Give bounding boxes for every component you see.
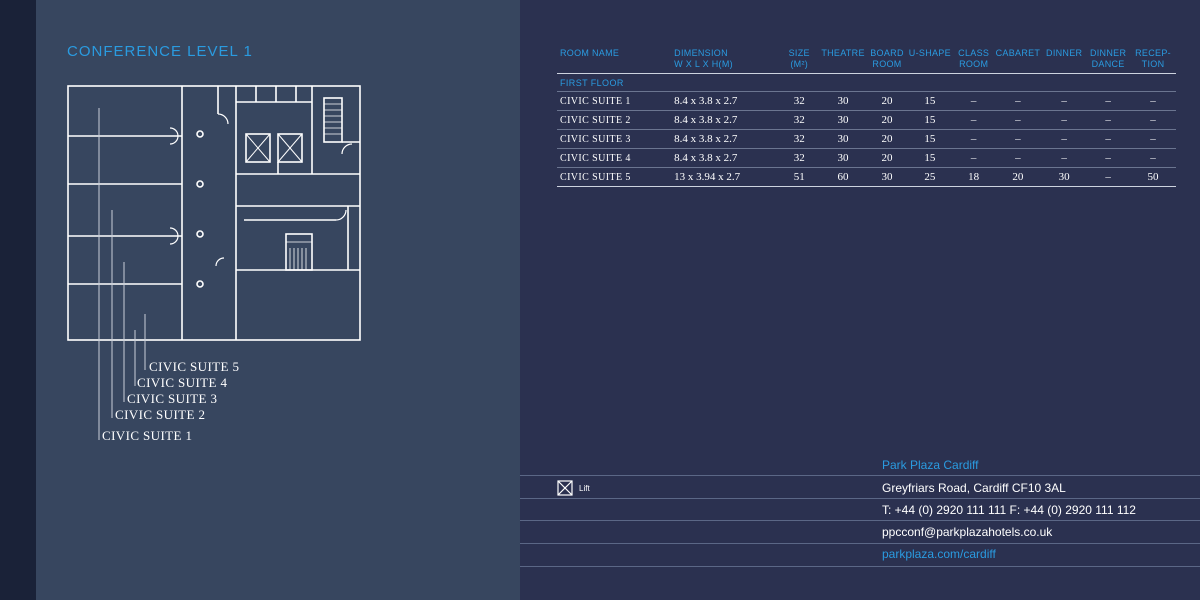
floor-plan-panel: CONFERENCE LEVEL 1 CIVIC SUITE 5 CIVIC S…	[36, 0, 520, 600]
suite-label-1: CIVIC SUITE 1	[102, 428, 193, 443]
suite-leader-lines	[98, 108, 146, 440]
footer-rule	[520, 543, 1200, 544]
col-reception: RECEP- TION	[1130, 48, 1176, 74]
suite-label-2: CIVIC SUITE 2	[115, 407, 206, 422]
table-row: CIVIC SUITE 5 13 x 3.94 x 2.7 51 60 30 2…	[557, 167, 1176, 187]
hotel-name: Park Plaza Cardiff	[882, 458, 979, 472]
capacity-table: ROOM NAME DIMENSION W X L X H(M) SIZE (M²)…	[557, 48, 1176, 187]
hotel-website-link[interactable]: parkplaza.com/cardiff	[882, 547, 996, 561]
col-boardroom: BOARD ROOM	[868, 48, 906, 74]
col-dinner: DINNER	[1042, 48, 1087, 74]
suite-label-4: CIVIC SUITE 4	[137, 375, 228, 390]
suite-label-5: CIVIC SUITE 5	[149, 359, 240, 374]
col-size: SIZE (M²)	[780, 48, 819, 74]
col-u-shape: U-SHAPE	[905, 48, 954, 74]
hotel-phone-fax: T: +44 (0) 2920 111 111 F: +44 (0) 2920 …	[882, 503, 1136, 517]
footer-rule	[520, 566, 1200, 567]
table-row: CIVIC SUITE 4 8.4 x 3.8 x 2.7 32 30 20 1…	[557, 148, 1176, 168]
col-dinner-dance: DINNER DANCE	[1086, 48, 1131, 74]
col-dimension: DIMENSION W X L X H(M)	[671, 48, 781, 74]
lift-legend: Lift	[557, 480, 590, 496]
footer-rule	[520, 498, 1200, 499]
table-row: CIVIC SUITE 1 8.4 x 3.8 x 2.7 32 30 20 1…	[557, 91, 1176, 111]
table-header-row: ROOM NAME DIMENSION W X L X H(M) SIZE (M²)…	[557, 48, 1176, 74]
table-section-row: FIRST FLOOR	[557, 73, 1176, 92]
footer-rule	[520, 520, 1200, 521]
table-row: CIVIC SUITE 2 8.4 x 3.8 x 2.7 32 30 20 1…	[557, 110, 1176, 130]
col-theatre: THEATRE	[818, 48, 868, 74]
col-cabaret: CABARET	[993, 48, 1043, 74]
section-label: FIRST FLOOR	[557, 73, 1176, 92]
hotel-address: Greyfriars Road, Cardiff CF10 3AL	[882, 481, 1066, 495]
lift-icon	[557, 480, 573, 496]
lift-legend-label: Lift	[579, 483, 590, 493]
footer-rule	[520, 475, 1200, 476]
col-classroom: CLASS ROOM	[953, 48, 994, 74]
table-row: CIVIC SUITE 3 8.4 x 3.8 x 2.7 32 30 20 1…	[557, 129, 1176, 149]
col-room-name: ROOM NAME	[557, 48, 672, 74]
suite-label-3: CIVIC SUITE 3	[127, 391, 218, 406]
page-spine	[0, 0, 36, 600]
hotel-email: ppcconf@parkplazahotels.co.uk	[882, 525, 1053, 539]
